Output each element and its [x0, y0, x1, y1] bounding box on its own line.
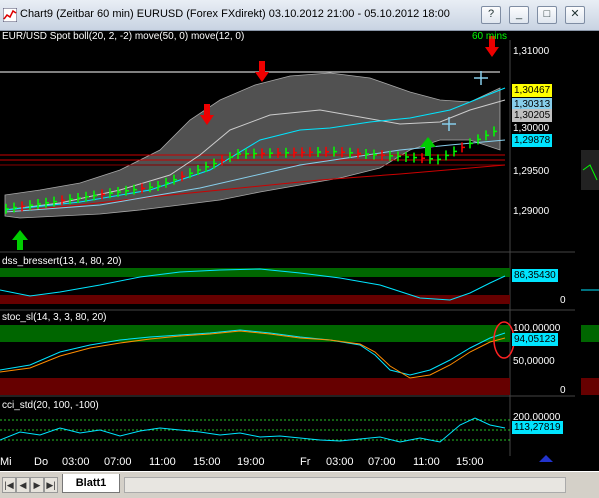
stoc-panel-title: stoc_sl(14, 3, 3, 80, 20) [2, 312, 107, 323]
dss-zero-label: 0 [560, 295, 566, 306]
stoc-oversold-zone [0, 378, 510, 395]
price-tag-cyan: 1,29878 [512, 134, 553, 147]
time-label: Fr [300, 456, 311, 468]
minimize-button[interactable]: _ [509, 6, 529, 24]
time-label: 03:00 [62, 456, 90, 468]
time-label: 19:00 [237, 456, 265, 468]
time-label: 07:00 [368, 456, 396, 468]
time-label: Do [34, 456, 49, 468]
time-label: 03:00 [326, 456, 354, 468]
maximize-button[interactable]: □ [537, 6, 557, 24]
stoc-level-50: 50,00000 [513, 356, 555, 367]
sheet-bar: |◀ ◀ ▶ ▶| Blatt1 [0, 471, 599, 498]
price-label: 1,31000 [513, 46, 550, 57]
price-label: 1,29000 [513, 206, 550, 217]
price-label: 1,30000 [513, 123, 550, 134]
dss-panel-title: dss_bressert(13, 4, 80, 20) [2, 256, 122, 267]
first-sheet-button[interactable]: |◀ [2, 477, 16, 493]
stoc-level-0: 0 [560, 385, 566, 396]
chart-window-icon [3, 8, 17, 22]
dss-value-tag: 86,35430 [512, 269, 558, 282]
cci-value-tag: 113,27819 [512, 421, 563, 434]
time-label: 07:00 [104, 456, 132, 468]
time-label: 11:00 [149, 456, 176, 468]
window-title: Chart9 (Zeitbar 60 min) EURUSD (Forex FX… [20, 8, 450, 20]
stoc-overbought-zone [0, 325, 510, 342]
last-sheet-button[interactable]: ▶| [44, 477, 58, 493]
time-label: 11:00 [413, 456, 440, 468]
dss-oversold-zone [0, 295, 510, 304]
time-axis: Mi Do 03:00 07:00 11:00 15:00 19:00 Fr 0… [0, 456, 560, 471]
time-label: 15:00 [193, 456, 221, 468]
sheet-tab-blatt1[interactable]: Blatt1 [62, 474, 120, 493]
help-button[interactable]: ? [481, 6, 501, 24]
time-label: Mi [0, 456, 12, 468]
price-tag-boll: 1,30205 [512, 109, 553, 122]
window-titlebar: Chart9 (Zeitbar 60 min) EURUSD (Forex FX… [0, 0, 599, 31]
next-sheet-button[interactable]: ▶ [30, 477, 44, 493]
close-button[interactable]: ✕ [565, 6, 585, 24]
time-label: 15:00 [456, 456, 484, 468]
stoc-value-tag: 94,05123 [512, 333, 558, 346]
main-panel-title: EUR/USD Spot boll(20, 2, -2) move(50, 0)… [2, 31, 245, 42]
price-tag-last: 1,30467 [512, 84, 553, 97]
timeframe-label: 60 mins [472, 31, 508, 42]
horizontal-scrollbar[interactable] [124, 477, 566, 493]
cci-panel-title: cci_std(20, 100, -100) [2, 400, 99, 411]
prev-sheet-button[interactable]: ◀ [16, 477, 30, 493]
price-label: 1,29500 [513, 166, 550, 177]
